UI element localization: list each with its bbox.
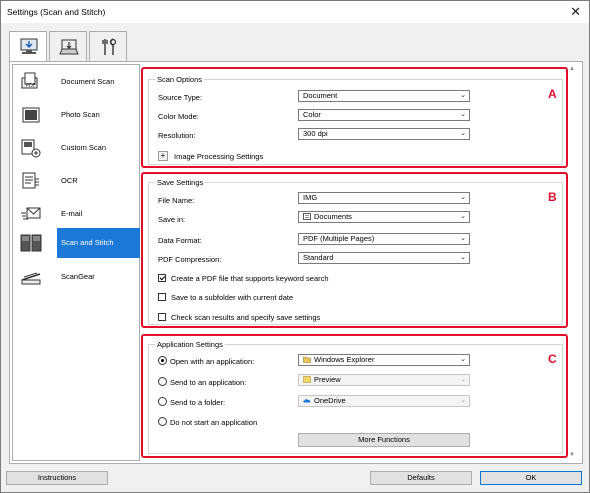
sidebar-item-scan-and-stitch[interactable]: Scan and Stitch bbox=[13, 228, 140, 258]
file-name-label: File Name: bbox=[158, 196, 195, 205]
scan-mode-sidebar: PDF Document Scan Photo Scan Custom Scan… bbox=[12, 64, 140, 461]
sidebar-item-scangear[interactable]: ScanGear bbox=[13, 262, 139, 292]
file-name-combo[interactable]: IMG ⌄ bbox=[298, 192, 470, 204]
onedrive-cloud-icon bbox=[303, 399, 311, 403]
pdf-compression-label: PDF Compression: bbox=[158, 255, 222, 264]
data-format-value: PDF (Multiple Pages) bbox=[303, 234, 375, 243]
pdf-compression-select[interactable]: Standard ⌄ bbox=[298, 252, 470, 264]
tab-scan-from-operation-panel[interactable] bbox=[49, 31, 87, 61]
save-in-label: Save in: bbox=[158, 215, 186, 224]
close-icon[interactable]: ✕ bbox=[570, 4, 581, 20]
check-results-label: Check scan results and specify save sett… bbox=[171, 313, 321, 322]
scan-and-stitch-icon bbox=[20, 234, 42, 252]
sidebar-item-document-scan[interactable]: PDF Document Scan bbox=[13, 67, 139, 97]
color-mode-label: Color Mode: bbox=[158, 112, 199, 121]
sidebar-item-photo-scan[interactable]: Photo Scan bbox=[13, 100, 139, 130]
chevron-down-icon: ⌄ bbox=[460, 92, 466, 99]
send-to-folder-radio[interactable] bbox=[158, 397, 167, 406]
tab-general-settings[interactable] bbox=[89, 31, 127, 61]
sidebar-item-label: E-mail bbox=[61, 209, 83, 218]
keyword-search-checkbox[interactable] bbox=[158, 274, 166, 282]
svg-text:PDF: PDF bbox=[26, 83, 36, 89]
sidebar-item-label: Photo Scan bbox=[61, 110, 100, 119]
sidebar-item-ocr[interactable]: OCR bbox=[13, 166, 139, 196]
open-with-app-select[interactable]: Windows Explorer ⌄ bbox=[298, 354, 470, 366]
scroll-up-icon[interactable]: ▲ bbox=[569, 66, 575, 72]
send-to-app-select[interactable]: Preview ⌄ bbox=[298, 374, 470, 386]
application-settings-title: Application Settings bbox=[155, 340, 225, 349]
check-results-checkbox[interactable] bbox=[158, 313, 166, 321]
subfolder-checkbox[interactable] bbox=[158, 293, 166, 301]
color-mode-value: Color bbox=[303, 110, 321, 119]
scan-options-title: Scan Options bbox=[155, 75, 205, 84]
save-in-value: Documents bbox=[314, 212, 352, 221]
defaults-button[interactable]: Defaults bbox=[370, 471, 472, 485]
chevron-down-icon: ⌄ bbox=[460, 356, 466, 363]
photo-scan-icon bbox=[22, 107, 40, 123]
documents-folder-icon bbox=[303, 213, 311, 220]
color-mode-select[interactable]: Color ⌄ bbox=[298, 109, 470, 121]
more-functions-button[interactable]: More Functions bbox=[298, 433, 470, 447]
send-to-folder-value: OneDrive bbox=[314, 396, 346, 405]
source-type-select[interactable]: Document ⌄ bbox=[298, 90, 470, 102]
do-not-start-label: Do not start an application bbox=[170, 418, 258, 427]
panel-scrollbar[interactable]: ▲ ▼ bbox=[568, 64, 576, 461]
instructions-button[interactable]: Instructions bbox=[6, 471, 108, 485]
scroll-down-icon[interactable]: ▼ bbox=[569, 452, 575, 458]
open-with-app-label: Open with an application: bbox=[170, 357, 255, 366]
sidebar-item-label: OCR bbox=[61, 176, 78, 185]
folder-icon bbox=[303, 356, 311, 363]
image-processing-expand-button[interactable]: + bbox=[158, 151, 168, 161]
chevron-down-icon: ⌄ bbox=[460, 111, 466, 118]
email-icon bbox=[21, 207, 41, 220]
window-title: Settings (Scan and Stitch) bbox=[7, 7, 106, 17]
sidebar-item-custom-scan[interactable]: Custom Scan bbox=[13, 133, 139, 163]
chevron-down-icon: ⌄ bbox=[460, 130, 466, 137]
sidebar-item-label: Custom Scan bbox=[61, 143, 107, 152]
sidebar-item-label: Document Scan bbox=[61, 77, 115, 86]
title-bar: Settings (Scan and Stitch) ✕ bbox=[1, 1, 589, 23]
custom-scan-icon bbox=[21, 139, 41, 158]
resolution-value: 300 dpi bbox=[303, 129, 328, 138]
data-format-select[interactable]: PDF (Multiple Pages) ⌄ bbox=[298, 233, 470, 245]
device-scan-icon bbox=[59, 39, 79, 55]
ocr-icon bbox=[22, 172, 39, 189]
sidebar-item-label: Scan and Stitch bbox=[57, 228, 140, 258]
save-settings-title: Save Settings bbox=[155, 178, 206, 187]
ok-button[interactable]: OK bbox=[480, 471, 582, 485]
send-to-app-radio[interactable] bbox=[158, 377, 167, 386]
chevron-down-icon: ⌄ bbox=[460, 194, 466, 201]
chevron-down-icon: ⌄ bbox=[460, 213, 466, 220]
keyword-search-label: Create a PDF file that supports keyword … bbox=[171, 274, 329, 283]
do-not-start-radio[interactable] bbox=[158, 417, 167, 426]
document-scan-icon: PDF bbox=[21, 72, 38, 89]
computer-scan-icon bbox=[20, 38, 38, 54]
file-name-value: IMG bbox=[303, 193, 318, 202]
chevron-down-icon: ⌄ bbox=[460, 397, 466, 404]
open-with-app-radio[interactable] bbox=[158, 356, 167, 365]
preview-app-icon bbox=[303, 376, 311, 383]
chevron-down-icon: ⌄ bbox=[460, 376, 466, 383]
tab-scan-from-computer[interactable] bbox=[9, 31, 47, 62]
source-type-label: Source Type: bbox=[158, 93, 203, 102]
open-with-app-value: Windows Explorer bbox=[314, 355, 375, 364]
tools-icon bbox=[102, 38, 117, 55]
data-format-label: Data Format: bbox=[158, 236, 202, 245]
send-to-folder-label: Send to a folder: bbox=[170, 398, 226, 407]
send-to-app-label: Send to an application: bbox=[170, 378, 247, 387]
image-processing-label: Image Processing Settings bbox=[174, 152, 264, 161]
chevron-down-icon: ⌄ bbox=[460, 254, 466, 261]
save-in-select[interactable]: Documents ⌄ bbox=[298, 211, 470, 223]
source-type-value: Document bbox=[303, 91, 338, 100]
resolution-label: Resolution: bbox=[158, 131, 196, 140]
resolution-select[interactable]: 300 dpi ⌄ bbox=[298, 128, 470, 140]
pdf-compression-value: Standard bbox=[303, 253, 334, 262]
sidebar-item-email[interactable]: E-mail bbox=[13, 199, 139, 229]
sidebar-item-label: ScanGear bbox=[61, 272, 95, 281]
subfolder-label: Save to a subfolder with current date bbox=[171, 293, 294, 302]
send-to-app-value: Preview bbox=[314, 375, 341, 384]
chevron-down-icon: ⌄ bbox=[460, 235, 466, 242]
send-to-folder-select[interactable]: OneDrive ⌄ bbox=[298, 395, 470, 407]
scangear-icon bbox=[21, 272, 41, 285]
